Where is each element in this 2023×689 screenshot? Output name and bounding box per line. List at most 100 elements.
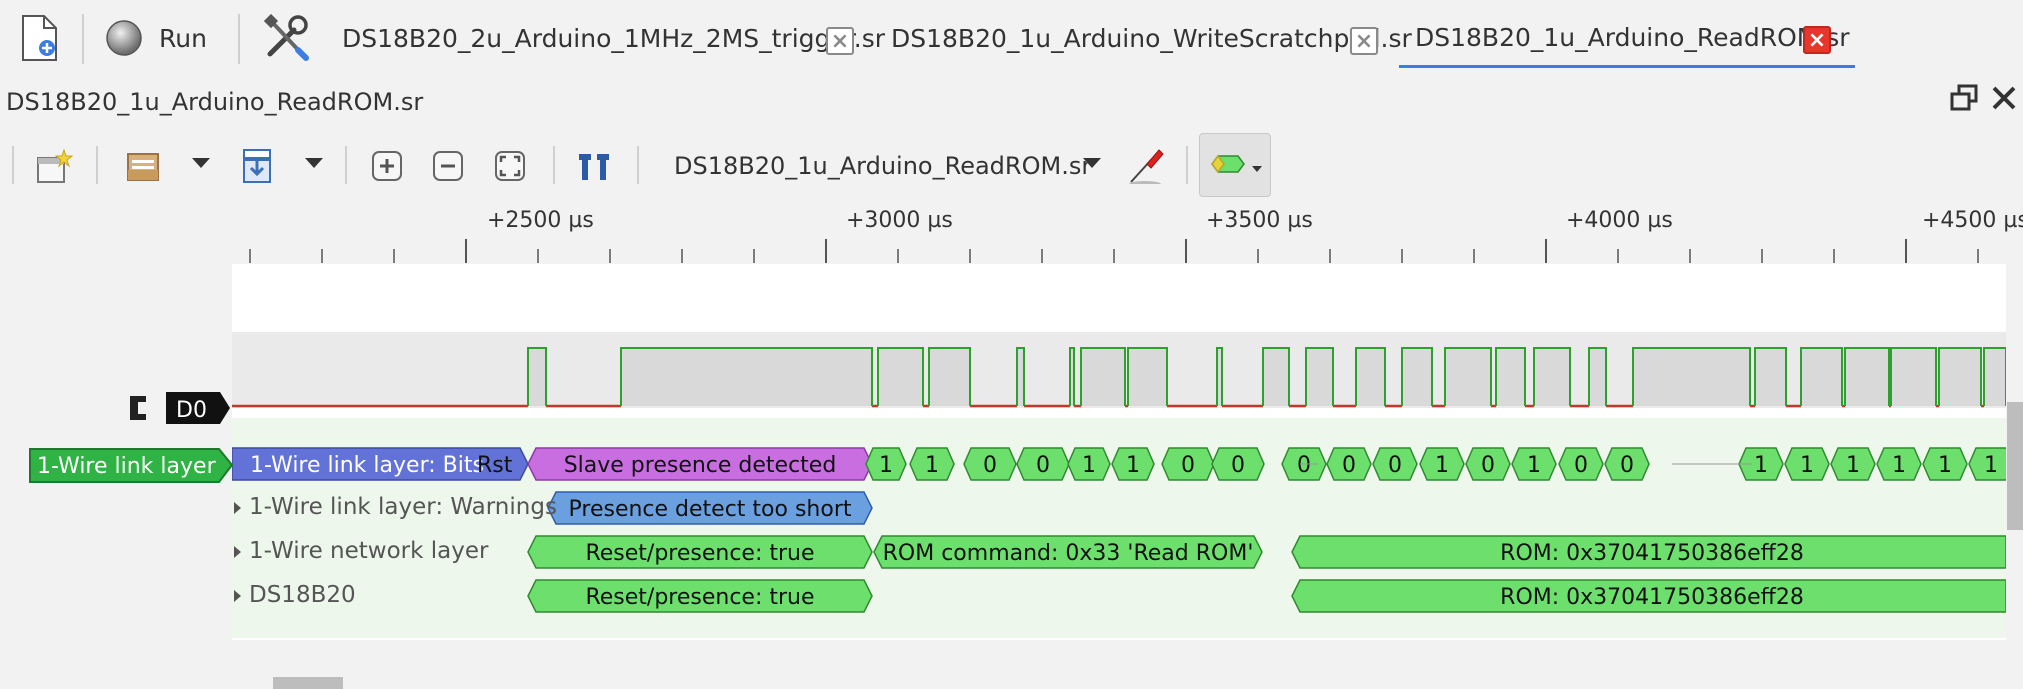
signal-high-fill bbox=[1755, 348, 1786, 406]
signal-high-fill bbox=[1496, 348, 1525, 406]
bit-label: 0 bbox=[1481, 453, 1495, 478]
document-title: DS18B20_1u_Arduino_ReadROM.sr bbox=[6, 88, 424, 116]
network-row-label: 1-Wire network layer bbox=[249, 538, 489, 564]
run-button[interactable]: Run bbox=[104, 16, 234, 60]
signal-high-fill bbox=[1939, 348, 1981, 406]
separator bbox=[637, 146, 639, 184]
bit-label: 1 bbox=[1892, 453, 1906, 478]
bit-label: 1 bbox=[1435, 453, 1449, 478]
rst-label: Rst bbox=[477, 453, 513, 478]
decoder-channel-badge[interactable]: 1-Wire link layer bbox=[29, 448, 234, 483]
expand-arrow-icon[interactable] bbox=[234, 546, 241, 558]
bit-label: 1 bbox=[1527, 453, 1541, 478]
expand-arrow-icon[interactable] bbox=[234, 502, 241, 514]
tab-close-icon[interactable]: × bbox=[1803, 26, 1831, 54]
signal-high-fill bbox=[1845, 348, 1889, 406]
digital-channel-badge[interactable]: D0 bbox=[128, 390, 232, 426]
bit-label: 0 bbox=[1231, 453, 1245, 478]
signal-high-fill bbox=[929, 348, 970, 406]
separator bbox=[82, 14, 84, 64]
ruler-label: +4000 µs bbox=[1566, 208, 1673, 233]
ruler-label: +3500 µs bbox=[1206, 208, 1313, 233]
separator bbox=[12, 146, 14, 184]
ruler-label: +4500 µs bbox=[1922, 208, 2023, 233]
probe-icon[interactable] bbox=[1125, 144, 1165, 184]
signal-high-fill bbox=[1306, 348, 1333, 406]
signal-high-fill bbox=[1263, 348, 1289, 406]
new-view-icon[interactable] bbox=[34, 146, 74, 186]
horizontal-scrollbar-thumb[interactable] bbox=[273, 677, 343, 689]
tab-readrom-session[interactable]: DS18B20_1u_Arduino_ReadROM.sr × bbox=[1399, 0, 1855, 80]
bit-label: 1 bbox=[1082, 453, 1096, 478]
network-reset-label: Reset/presence: true bbox=[585, 541, 814, 566]
rom-command-label: ROM command: 0x33 'Read ROM' bbox=[883, 541, 1254, 566]
open-menu-caret-icon[interactable] bbox=[192, 158, 210, 168]
save-menu-caret-icon[interactable] bbox=[305, 158, 323, 168]
signal-high-fill bbox=[1356, 348, 1385, 406]
signal-high-fill bbox=[1402, 348, 1432, 406]
run-label: Run bbox=[159, 24, 207, 53]
save-file-icon[interactable] bbox=[238, 146, 278, 186]
zoom-out-icon[interactable] bbox=[428, 146, 468, 186]
device-reset-label: Reset/presence: true bbox=[585, 585, 814, 610]
device-select[interactable]: DS18B20_1u_Arduino_ReadROM.sr bbox=[674, 152, 1091, 180]
signal-high-fill bbox=[1891, 348, 1936, 406]
bit-label: 0 bbox=[1297, 453, 1311, 478]
signal-high-fill bbox=[1534, 348, 1570, 406]
vertical-scrollbar-thumb[interactable] bbox=[2007, 402, 2023, 530]
tab-bar: Run DS18B20_2u_Arduino_1MHz_2MS_trigger.… bbox=[0, 0, 2023, 80]
signal-high-fill bbox=[1445, 348, 1491, 406]
presence-warning-label: Presence detect too short bbox=[569, 497, 852, 522]
device-select-caret-icon[interactable] bbox=[1083, 158, 1101, 168]
bits-row-label: 1-Wire link layer: Bits bbox=[250, 453, 484, 478]
bit-label: 1 bbox=[1846, 453, 1860, 478]
signal-high-fill bbox=[1801, 348, 1842, 406]
separator bbox=[553, 146, 555, 184]
decoder-annotations: 1-Wire link layer: Bits Rst Slave presen… bbox=[232, 447, 2006, 613]
active-tab-indicator bbox=[1399, 65, 1855, 68]
bit-label: 1 bbox=[925, 453, 939, 478]
tab-label: DS18B20_2u_Arduino_1MHz_2MS_trigger.sr bbox=[342, 24, 886, 53]
add-decoder-button[interactable] bbox=[1199, 133, 1271, 197]
tab-label: DS18B20_1u_Arduino_ReadROM.sr bbox=[1415, 23, 1850, 52]
time-ruler bbox=[249, 239, 1979, 263]
tab-trigger-session[interactable]: DS18B20_2u_Arduino_1MHz_2MS_trigger.sr × bbox=[330, 0, 885, 80]
zoom-fit-icon[interactable] bbox=[490, 146, 530, 186]
bit-label: 0 bbox=[983, 453, 997, 478]
bit-label: 0 bbox=[1620, 453, 1634, 478]
slave-presence-label: Slave presence detected bbox=[564, 453, 837, 478]
bit-label: 1 bbox=[1984, 453, 1998, 478]
tab-close-icon[interactable]: × bbox=[1350, 27, 1378, 55]
bit-label: 1 bbox=[1800, 453, 1814, 478]
bit-annotations: 1 1 0 0 1 1 0 0 0 0 0 1 0 1 0 0 1 1 1 1 1 1 bbox=[865, 447, 2006, 481]
signal-high-fill bbox=[1984, 348, 2006, 406]
separator bbox=[96, 146, 98, 184]
bit-label: 0 bbox=[1342, 453, 1356, 478]
close-window-icon[interactable] bbox=[1990, 84, 2018, 112]
settings-tools-icon[interactable] bbox=[264, 14, 310, 62]
cursor-icon[interactable] bbox=[575, 146, 615, 186]
open-file-icon[interactable] bbox=[124, 146, 164, 186]
signal-high-fill bbox=[1128, 348, 1167, 406]
bit-label: 0 bbox=[1036, 453, 1050, 478]
expand-arrow-icon[interactable] bbox=[234, 590, 241, 602]
decoder-icon bbox=[1211, 154, 1262, 174]
signal-high-fill bbox=[1633, 348, 1750, 406]
signal-high-fill bbox=[1017, 348, 1024, 406]
signal-high-fill bbox=[621, 348, 872, 406]
d0-signal bbox=[232, 347, 2006, 412]
bit-label: 1 bbox=[879, 453, 893, 478]
digital-channel-label: D0 bbox=[176, 398, 207, 423]
device-rom-label: ROM: 0x37041750386eff28 bbox=[1500, 585, 1804, 610]
tab-writescratchpad-session[interactable]: DS18B20_1u_Arduino_WriteScratchpad.sr × bbox=[880, 0, 1412, 80]
bit-label: 0 bbox=[1181, 453, 1195, 478]
tab-close-icon[interactable]: × bbox=[826, 27, 854, 55]
zoom-in-icon[interactable] bbox=[367, 146, 407, 186]
restore-window-icon[interactable] bbox=[1950, 84, 1978, 112]
device-row-label: DS18B20 bbox=[249, 582, 356, 608]
new-session-icon[interactable] bbox=[20, 14, 60, 62]
tab-label: DS18B20_1u_Arduino_WriteScratchpad.sr bbox=[891, 24, 1412, 53]
bit-label: 0 bbox=[1574, 453, 1588, 478]
ruler-label: +3000 µs bbox=[846, 208, 953, 233]
separator bbox=[345, 146, 347, 184]
